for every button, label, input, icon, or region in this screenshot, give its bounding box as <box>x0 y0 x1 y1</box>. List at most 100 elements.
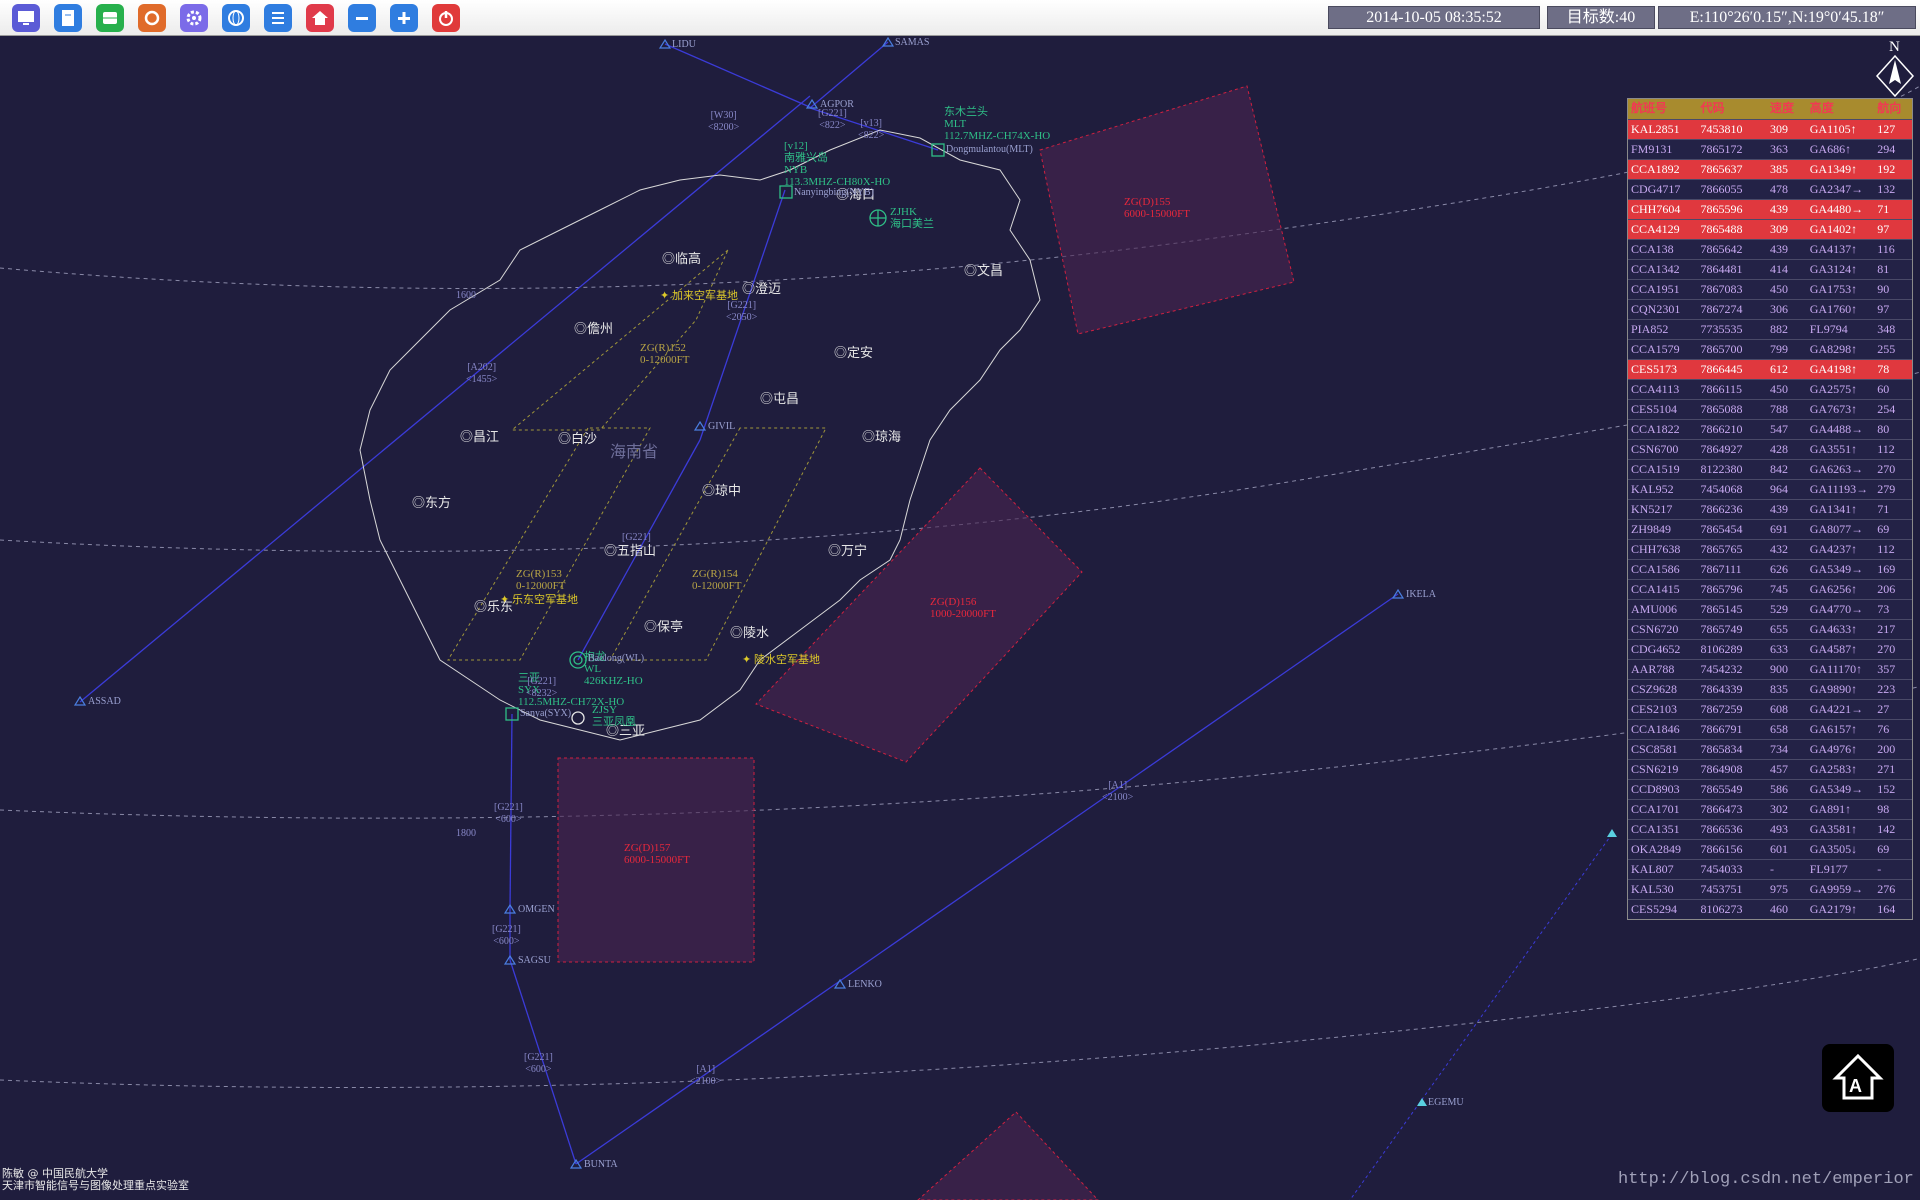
table-row[interactable]: CSC8581 7865834 734 GA4976↑ 200 <box>1628 739 1912 759</box>
table-row[interactable]: CCA4129 7865488 309 GA1402↑ 97 <box>1628 219 1912 239</box>
cell-speed: 450 <box>1770 282 1788 296</box>
home-button[interactable] <box>306 4 334 32</box>
zoom-in-button[interactable] <box>390 4 418 32</box>
gear-button[interactable] <box>180 4 208 32</box>
table-row[interactable]: CES5104 7865088 788 GA7673↑ 254 <box>1628 399 1912 419</box>
city-qiongzhong: ◎琼中 <box>702 483 742 498</box>
table-row[interactable]: CCA1519 8122380 842 GA6263→ 270 <box>1628 459 1912 479</box>
monitor-button[interactable] <box>12 4 40 32</box>
table-row[interactable]: CCA1701 7866473 302 GA891↑ 98 <box>1628 799 1912 819</box>
table-row[interactable]: CCA1951 7867083 450 GA1753↑ 90 <box>1628 279 1912 299</box>
table-row[interactable]: CCD8903 7865549 586 GA5349→ 152 <box>1628 779 1912 799</box>
cell-code: 7453810 <box>1700 122 1743 136</box>
app-logo-button[interactable]: A <box>1822 1044 1894 1112</box>
cell-flight: CCA4113 <box>1631 382 1680 396</box>
cell-speed: 691 <box>1770 522 1788 536</box>
header-speed[interactable]: 速度 <box>1767 99 1807 119</box>
table-row[interactable]: FM9131 7865172 363 GA686↑ 294 <box>1628 139 1912 159</box>
zone-label-152: ZG(R)152 0-12000FT <box>640 342 690 366</box>
table-row[interactable]: CCA138 7865642 439 GA4137↑ 116 <box>1628 239 1912 259</box>
table-row[interactable]: AMU006 7865145 529 GA4770→ 73 <box>1628 599 1912 619</box>
cell-heading: 294 <box>1877 142 1896 156</box>
cell-heading: 142 <box>1877 822 1896 836</box>
table-row[interactable]: CCA1415 7865796 745 GA6256↑ 206 <box>1628 579 1912 599</box>
home-icon <box>312 11 328 25</box>
power-button[interactable] <box>432 4 460 32</box>
refresh-button[interactable] <box>138 4 166 32</box>
table-row[interactable]: CCA1579 7865700 799 GA8298↑ 255 <box>1628 339 1912 359</box>
header-altitude[interactable]: 高度 <box>1807 99 1875 119</box>
table-row[interactable]: CCA4113 7866115 450 GA2575↑ 60 <box>1628 379 1912 399</box>
table-row[interactable]: CCA1342 7864481 414 GA3124↑ 81 <box>1628 259 1912 279</box>
table-row[interactable]: CDG4717 7866055 478 GA2347→ 132 <box>1628 179 1912 199</box>
table-row[interactable]: AAR788 7454232 900 GA11170↑ 357 <box>1628 659 1912 679</box>
navaid-label-nyb: [v12] 南雅兴岛 NYB 113.3MHZ-CH80X-HO <box>784 140 891 188</box>
cell-heading: 80 <box>1877 422 1890 436</box>
cell-code: 7865700 <box>1700 342 1743 356</box>
cell-code: 7865145 <box>1700 602 1743 616</box>
cell-speed: 612 <box>1770 362 1788 376</box>
route-label-a1-b: [A1] <2100> <box>690 1064 722 1087</box>
cell-code: 7865488 <box>1700 222 1743 236</box>
zoom-out-button[interactable] <box>348 4 376 32</box>
cell-heading: 192 <box>1877 162 1896 176</box>
table-row[interactable]: CSN6720 7865749 655 GA4633↑ 217 <box>1628 619 1912 639</box>
cell-flight: CQN2301 <box>1631 302 1681 316</box>
globe-button[interactable] <box>222 4 250 32</box>
table-row[interactable]: CSN6700 7864927 428 GA3551↑ 112 <box>1628 439 1912 459</box>
table-row[interactable]: CCA1892 7865637 385 GA1349↑ 192 <box>1628 159 1912 179</box>
table-row[interactable]: CCA1846 7866791 658 GA6157↑ 76 <box>1628 719 1912 739</box>
table-row[interactable]: CQN2301 7867274 306 GA1760↑ 97 <box>1628 299 1912 319</box>
cell-speed: 450 <box>1770 382 1788 396</box>
header-code[interactable]: 代码 <box>1698 99 1768 119</box>
table-row[interactable]: KN5217 7866236 439 GA1341↑ 71 <box>1628 499 1912 519</box>
table-row[interactable]: KAL2851 7453810 309 GA1105↑ 127 <box>1628 119 1912 139</box>
table-row[interactable]: CES5294 8106273 460 GA2179↑ 164 <box>1628 899 1912 919</box>
list-button[interactable] <box>264 4 292 32</box>
cell-altitude: GA1753↑ <box>1809 282 1858 296</box>
monitor-icon <box>18 11 34 25</box>
table-row[interactable]: CES5173 7866445 612 GA4198↑ 78 <box>1628 359 1912 379</box>
cell-speed: 626 <box>1770 562 1788 576</box>
cell-heading: 270 <box>1877 642 1896 656</box>
table-row[interactable]: KAL807 7454033 - FL9177 - <box>1628 859 1912 879</box>
cell-heading: 276 <box>1877 882 1896 896</box>
table-row[interactable]: CSN6219 7864908 457 GA2583↑ 271 <box>1628 759 1912 779</box>
cell-flight: FM9131 <box>1631 142 1673 156</box>
table-row[interactable]: PIA852 7735535 882 FL9794 348 <box>1628 319 1912 339</box>
table-row[interactable]: CCA1586 7867111 626 GA5349→ 169 <box>1628 559 1912 579</box>
cell-code: 7865796 <box>1700 582 1743 596</box>
table-row[interactable]: OKA2849 7866156 601 GA3505↓ 69 <box>1628 839 1912 859</box>
waypoint-label-ikela: IKELA <box>1406 589 1436 600</box>
cell-flight: CCA1586 <box>1631 562 1680 576</box>
table-row[interactable]: CHH7638 7865765 432 GA4237↑ 112 <box>1628 539 1912 559</box>
cell-altitude: GA686↑ <box>1809 142 1852 156</box>
target-table[interactable]: 航班号 代码 速度 高度 航向 KAL2851 7453810 309 GA1105↑… <box>1627 98 1913 920</box>
table-row[interactable]: CDG4652 8106289 633 GA4587↑ 270 <box>1628 639 1912 659</box>
cell-altitude: GA6157↑ <box>1809 722 1858 736</box>
table-row[interactable]: CSZ9628 7864339 835 GA9890↑ 223 <box>1628 679 1912 699</box>
table-row[interactable]: ZH9849 7865454 691 GA8077→ 69 <box>1628 519 1912 539</box>
document-button[interactable] <box>54 4 82 32</box>
cell-speed: 460 <box>1770 902 1788 916</box>
header-heading[interactable]: 航向 <box>1874 99 1912 119</box>
waypoint-label-givil: GIVIL <box>708 421 736 432</box>
table-row[interactable]: KAL530 7453751 975 GA9959→ 276 <box>1628 879 1912 899</box>
table-row[interactable]: CCA1822 7866210 547 GA4488→ 80 <box>1628 419 1912 439</box>
cell-heading: 127 <box>1877 122 1896 136</box>
database-button[interactable] <box>96 4 124 32</box>
table-row[interactable]: CES2103 7867259 608 GA4221→ 27 <box>1628 699 1912 719</box>
table-row[interactable]: KAL952 7454068 964 GA11193→ 279 <box>1628 479 1912 499</box>
city-changjiang: ◎昌江 <box>460 429 500 444</box>
table-row[interactable]: CHH7604 7865596 439 GA4480→ 71 <box>1628 199 1912 219</box>
cell-altitude: GA4198↑ <box>1809 362 1858 376</box>
header-flight[interactable]: 航班号 <box>1628 99 1698 119</box>
table-row[interactable]: CCA1351 7866536 493 GA3581↑ 142 <box>1628 819 1912 839</box>
cell-heading: 60 <box>1877 382 1890 396</box>
cell-altitude: GA1105↑ <box>1809 122 1857 136</box>
cell-heading: 255 <box>1877 342 1896 356</box>
cell-altitude: GA3581↑ <box>1809 822 1858 836</box>
cell-flight: KAL807 <box>1631 862 1674 876</box>
power-icon <box>439 11 453 26</box>
gear-icon <box>186 10 202 26</box>
